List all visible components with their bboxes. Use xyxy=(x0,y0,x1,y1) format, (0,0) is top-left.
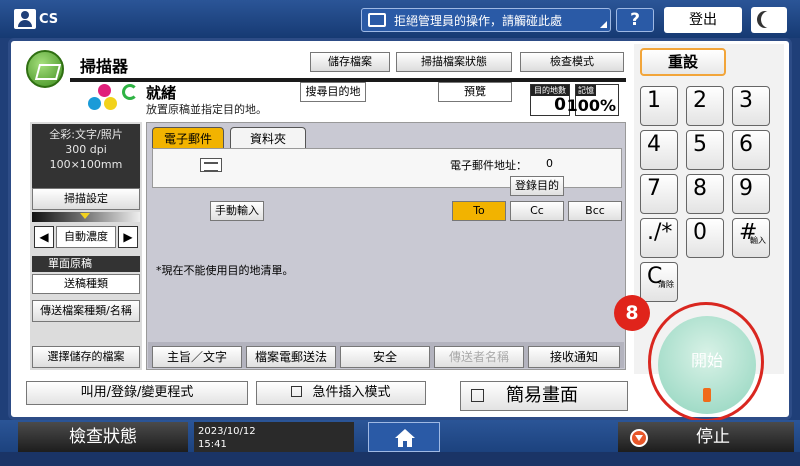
key-8[interactable]: 8 xyxy=(686,174,724,214)
scan-settings-button[interactable]: 掃描設定 xyxy=(32,188,140,210)
key-7[interactable]: 7 xyxy=(640,174,678,214)
file-type-name-button[interactable]: 傳送檔案種類/名稱 xyxy=(32,300,140,322)
interrupt-mode-button[interactable]: 急件插入模式 xyxy=(256,381,426,405)
check-mode-button[interactable]: 檢查模式 xyxy=(520,52,624,72)
sender-name-button[interactable]: 傳送者名稱 xyxy=(434,346,524,368)
subject-text-button[interactable]: 主旨／文字 xyxy=(152,346,242,368)
search-destination-button[interactable]: 搜尋目的地 xyxy=(300,82,366,102)
memory-indicator: 記憶 100% xyxy=(567,84,619,116)
key-2[interactable]: 2 xyxy=(686,86,724,126)
recall-program-button[interactable]: 叫用/登錄/變更程式 xyxy=(26,381,248,405)
simple-screen-button[interactable]: 簡易畫面 xyxy=(460,381,628,411)
start-lamp-icon xyxy=(703,388,711,402)
check-status-button[interactable]: 檢查狀態 xyxy=(18,422,188,452)
color-balls-icon xyxy=(88,84,122,114)
density-increase-button[interactable]: ▶ xyxy=(118,226,138,248)
interrupt-checkbox-icon xyxy=(291,386,303,397)
key-9[interactable]: 9 xyxy=(732,174,770,214)
admin-message-text: 拒絕管理員的操作，請觸碰此處 xyxy=(394,13,563,28)
security-button[interactable]: 安全 xyxy=(340,346,430,368)
density-bar xyxy=(32,212,140,222)
destination-count: 目的地數 0 xyxy=(530,84,570,116)
key-6[interactable]: 6 xyxy=(732,130,770,170)
cc-button[interactable]: Cc xyxy=(510,201,564,221)
simple-checkbox-icon xyxy=(471,389,484,402)
key-clear[interactable]: C 清除 xyxy=(640,262,678,302)
destination-list-notice: *現在不能使用目的地清單。 xyxy=(156,264,294,277)
scanner-app-icon xyxy=(26,50,64,88)
bottom-edge xyxy=(0,452,800,466)
receive-notice-button[interactable]: 接收通知 xyxy=(528,346,620,368)
send-type-button[interactable]: 送稿種類 xyxy=(32,274,140,294)
store-file-button[interactable]: 儲存檔案 xyxy=(310,52,390,72)
home-icon xyxy=(395,429,415,447)
register-destination-button[interactable]: 登錄目的 xyxy=(510,176,564,196)
single-original-button[interactable]: 單面原稿 xyxy=(32,256,140,272)
user-icon xyxy=(14,9,36,29)
status-message: 放置原稿並指定目的地。 xyxy=(146,103,267,116)
key-4[interactable]: 4 xyxy=(640,130,678,170)
logout-button[interactable]: 登出 xyxy=(664,7,742,33)
ready-status: 就緒 xyxy=(146,84,177,102)
key-1[interactable]: 1 xyxy=(640,86,678,126)
scan-file-status-button[interactable]: 掃描檔案狀態 xyxy=(396,52,512,72)
message-icon xyxy=(368,13,386,27)
start-button[interactable]: 開始 xyxy=(658,316,756,414)
user-indicator: CS xyxy=(14,7,60,31)
admin-message-button[interactable]: 拒絕管理員的操作，請觸碰此處 xyxy=(361,8,611,32)
key-dot-slash-star[interactable]: ./* xyxy=(640,218,678,258)
preview-button[interactable]: 預覽 xyxy=(438,82,512,102)
select-stored-file-button[interactable]: 選擇儲存的檔案 xyxy=(32,346,140,368)
reset-button[interactable]: 重設 xyxy=(640,48,726,76)
home-button[interactable] xyxy=(368,422,440,452)
email-send-method-button[interactable]: 檔案電郵送法 xyxy=(246,346,336,368)
step-badge: 8 xyxy=(614,295,650,331)
corner-triangle-icon xyxy=(600,21,607,28)
email-address-count: 0 xyxy=(546,157,553,170)
to-button[interactable]: To xyxy=(452,201,506,221)
key-5[interactable]: 5 xyxy=(686,130,724,170)
page-title: 掃描器 xyxy=(80,57,129,76)
tab-folder[interactable]: 資料夾 xyxy=(230,127,306,149)
stop-button[interactable]: 停止 xyxy=(618,422,794,452)
density-decrease-button[interactable]: ◀ xyxy=(34,226,54,248)
key-0[interactable]: 0 xyxy=(686,218,724,258)
tab-email[interactable]: 電子郵件 xyxy=(152,127,224,149)
auto-density-button[interactable]: 自動濃度 xyxy=(56,226,116,248)
energy-saver-moon-icon[interactable] xyxy=(751,7,787,33)
ready-status-icon xyxy=(122,84,138,100)
manual-input-button[interactable]: 手動輸入 xyxy=(210,201,264,221)
key-3[interactable]: 3 xyxy=(732,86,770,126)
email-icon xyxy=(200,158,222,172)
current-settings: 全彩:文字/照片 300 dpi 100×100mm xyxy=(32,124,140,188)
email-address-label: 電子郵件地址： xyxy=(450,159,527,172)
bcc-button[interactable]: Bcc xyxy=(568,201,622,221)
user-name: CS xyxy=(39,11,59,27)
key-hash[interactable]: # 輸入 xyxy=(732,218,770,258)
date-time: 2023/10/12 15:41 xyxy=(194,422,354,452)
help-button[interactable]: ? xyxy=(616,8,654,32)
stop-icon xyxy=(630,429,648,447)
